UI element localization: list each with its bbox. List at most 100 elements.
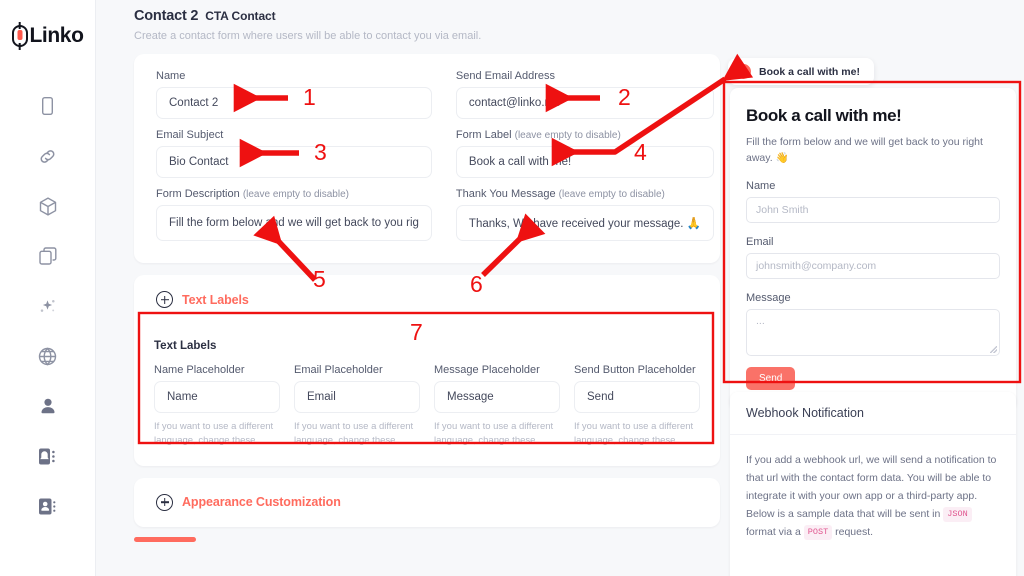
form-description-input[interactable]: Fill the form below and we will get back…	[156, 205, 432, 241]
label-text: Form Label	[455, 129, 512, 141]
send-email-address-input[interactable]: contact@linko.me	[455, 87, 714, 119]
preview-email-label: Email	[746, 235, 774, 248]
field-label-form-description: Form Description (leave empty to disable…	[156, 188, 432, 200]
preview-badge-label: Book a call with me!	[759, 65, 860, 78]
plus-circle-icon	[156, 291, 173, 308]
notification-icon	[39, 448, 55, 464]
email-subject-input[interactable]: Bio Contact	[156, 146, 432, 178]
email-placeholder-hint: If you want to use a different language,…	[294, 421, 414, 446]
user-icon	[41, 398, 54, 414]
text-label-column-send: Send Button Placeholder Send If you want…	[574, 364, 700, 448]
text-labels-toggle[interactable]: Text Labels	[134, 275, 720, 324]
name-input[interactable]: Contact 2	[156, 87, 432, 119]
sidebar-item-blocks[interactable]	[26, 194, 70, 218]
sidebar-item-effects[interactable]	[26, 294, 70, 318]
preview-message-textarea[interactable]: ...	[746, 308, 1000, 356]
text-labels-toggle-label: Text Labels	[182, 292, 249, 307]
sidebar-item-profile[interactable]	[26, 394, 70, 418]
plus-circle-icon	[156, 493, 173, 511]
logo-text: Linko	[29, 24, 84, 47]
sidebar: Linko	[0, 0, 96, 576]
text-label-column-message: Message Placeholder Message If you want …	[434, 364, 560, 448]
field-send-email-address: Send Email Address contact@linko.me	[455, 70, 714, 119]
preview-email-input[interactable]: johnsmith@company.com	[746, 252, 1000, 279]
appearance-card: Appearance Customization	[134, 477, 720, 527]
send-placeholder-input[interactable]: Send	[574, 381, 700, 413]
field-label-send-email: Send Email Address	[456, 70, 714, 82]
webhook-chip-post: POST	[803, 525, 833, 540]
field-email-subject: Email Subject Bio Contact	[156, 129, 432, 178]
name-placeholder-label: Name Placeholder	[154, 364, 245, 376]
app-logo[interactable]: Linko	[11, 24, 84, 48]
page-description: Create a contact form where users will b…	[134, 30, 482, 42]
preview-badge[interactable]: ? Book a call with me!	[728, 58, 874, 85]
preview-description: Fill the form below and we will get back…	[746, 136, 983, 164]
contact-form-card: Name Contact 2 Send Email Address contac…	[134, 54, 720, 263]
sparkles-icon	[40, 299, 55, 312]
send-placeholder-hint: If you want to use a different language,…	[574, 421, 694, 446]
field-label-form-label: Form Label (leave empty to disable)	[456, 129, 714, 141]
sidebar-item-pages[interactable]	[26, 244, 70, 268]
save-button-partial[interactable]	[134, 536, 196, 542]
copy-icon	[38, 247, 56, 265]
text-labels-card: Text Labels Text Labels Name Placeholder…	[134, 275, 720, 466]
preview-form-card: Book a call with me! Fill the form below…	[730, 88, 1016, 410]
logo-mark-icon	[11, 25, 28, 47]
name-placeholder-input[interactable]: Name	[154, 381, 280, 413]
text-labels-panel: Text Labels Name Placeholder Name If you…	[134, 324, 720, 466]
message-placeholder-label: Message Placeholder	[434, 364, 540, 376]
label-text: Email Subject	[156, 129, 224, 141]
thank-you-message-input[interactable]: Thanks, We have received your message. 🙏	[455, 205, 714, 241]
sidebar-item-mobile[interactable]	[26, 94, 70, 118]
sidebar-item-contacts[interactable]	[26, 494, 70, 518]
email-placeholder-input[interactable]: Email	[294, 381, 420, 413]
text-labels-heading: Text Labels	[154, 340, 217, 352]
preview-message-placeholder: ...	[756, 314, 765, 327]
page-header: Contact 2 CTA Contact	[134, 8, 720, 24]
preview-panel: ? Book a call with me! Book a call with …	[720, 0, 1024, 576]
label-text: Send Email Address	[455, 70, 555, 82]
field-label-email-subject: Email Subject	[156, 129, 432, 141]
form-fields-grid: Name Contact 2 Send Email Address contac…	[156, 70, 714, 241]
label-hint: (leave empty to disable)	[514, 130, 621, 141]
form-label-input[interactable]: Book a call with me!	[455, 146, 714, 178]
page-type-tag: CTA Contact	[205, 9, 276, 23]
sidebar-item-notifications[interactable]	[26, 444, 70, 468]
question-mark-icon: ?	[736, 64, 751, 79]
field-name: Name Contact 2	[156, 70, 432, 119]
webhook-card: Webhook Notification If you add a webhoo…	[730, 392, 1016, 576]
mobile-icon	[42, 97, 53, 115]
sidebar-item-links[interactable]	[26, 144, 70, 168]
globe-icon	[38, 346, 57, 366]
webhook-body: If you add a webhook url, we will send a…	[730, 435, 1016, 541]
link-icon	[40, 149, 55, 163]
text-label-column-email: Email Placeholder Email If you want to u…	[294, 364, 420, 448]
preview-name-input[interactable]: John Smith	[746, 196, 1000, 223]
preview-name-label: Name	[746, 179, 776, 192]
name-placeholder-hint: If you want to use a different language,…	[154, 421, 274, 446]
sidebar-item-domain[interactable]	[26, 344, 70, 368]
webhook-chip-json: JSON	[943, 507, 972, 522]
webhook-body-part-2: format via a	[746, 526, 801, 539]
message-placeholder-input[interactable]: Message	[434, 381, 560, 413]
label-hint: (leave empty to disable)	[558, 189, 665, 200]
preview-message-label: Message	[746, 291, 791, 304]
field-label-thank-you: Thank You Message (leave empty to disabl…	[456, 188, 714, 200]
message-placeholder-hint: If you want to use a different language,…	[434, 421, 554, 446]
field-label-name: Name	[156, 70, 432, 82]
text-label-column-name: Name Placeholder Name If you want to use…	[154, 364, 280, 448]
label-text: Form Description	[156, 188, 240, 200]
preview-send-button[interactable]: Send	[746, 366, 796, 390]
label-text: Name	[156, 70, 186, 82]
resize-handle-icon[interactable]	[990, 345, 997, 353]
field-form-label: Form Label (leave empty to disable) Book…	[455, 129, 714, 178]
cube-icon	[39, 196, 56, 216]
preview-title: Book a call with me!	[746, 106, 902, 125]
page-title: Contact 2	[134, 8, 199, 24]
appearance-toggle-label: Appearance Customization	[182, 495, 341, 510]
webhook-body-part-3: request.	[835, 526, 874, 539]
contact-card-icon	[39, 498, 56, 514]
label-text: Thank You Message	[455, 188, 556, 200]
appearance-toggle[interactable]: Appearance Customization	[134, 478, 720, 527]
main-content: Contact 2 CTA Contact Create a contact f…	[96, 0, 720, 576]
